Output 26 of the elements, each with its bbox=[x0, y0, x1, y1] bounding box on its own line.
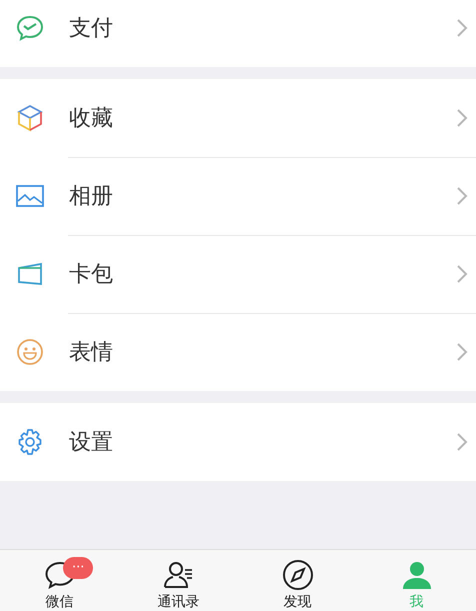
smiley-icon bbox=[15, 337, 45, 367]
menu-label: 卡包 bbox=[69, 260, 113, 288]
tab[interactable]: 通讯录 bbox=[119, 550, 238, 611]
compass-icon bbox=[280, 558, 314, 592]
chevron-icon bbox=[456, 18, 468, 38]
menu-label: 收藏 bbox=[69, 104, 113, 132]
chevron-icon bbox=[456, 342, 468, 362]
chevron-icon bbox=[456, 108, 468, 128]
cube-icon bbox=[15, 103, 45, 133]
badge: ··· bbox=[63, 557, 94, 579]
menu-label: 表情 bbox=[69, 338, 113, 366]
tab[interactable]: 微信 ··· bbox=[0, 550, 119, 611]
menu-item[interactable]: 表情 bbox=[0, 313, 476, 391]
menu-label: 支付 bbox=[69, 14, 113, 42]
menu-item[interactable]: 相册 bbox=[0, 157, 476, 235]
menu-item[interactable]: 设置 bbox=[0, 403, 476, 481]
chat-check-icon bbox=[15, 13, 45, 43]
menu-item[interactable]: 支付 bbox=[0, 0, 476, 67]
chevron-icon bbox=[456, 186, 468, 206]
chevron-icon bbox=[456, 264, 468, 284]
menu-label: 设置 bbox=[69, 428, 113, 456]
chevron-icon bbox=[456, 432, 468, 452]
menu-item[interactable]: 卡包 bbox=[0, 235, 476, 313]
menu-item[interactable]: 收藏 bbox=[0, 79, 476, 157]
menu-label: 相册 bbox=[69, 182, 113, 210]
tab[interactable]: 发现 bbox=[238, 550, 357, 611]
